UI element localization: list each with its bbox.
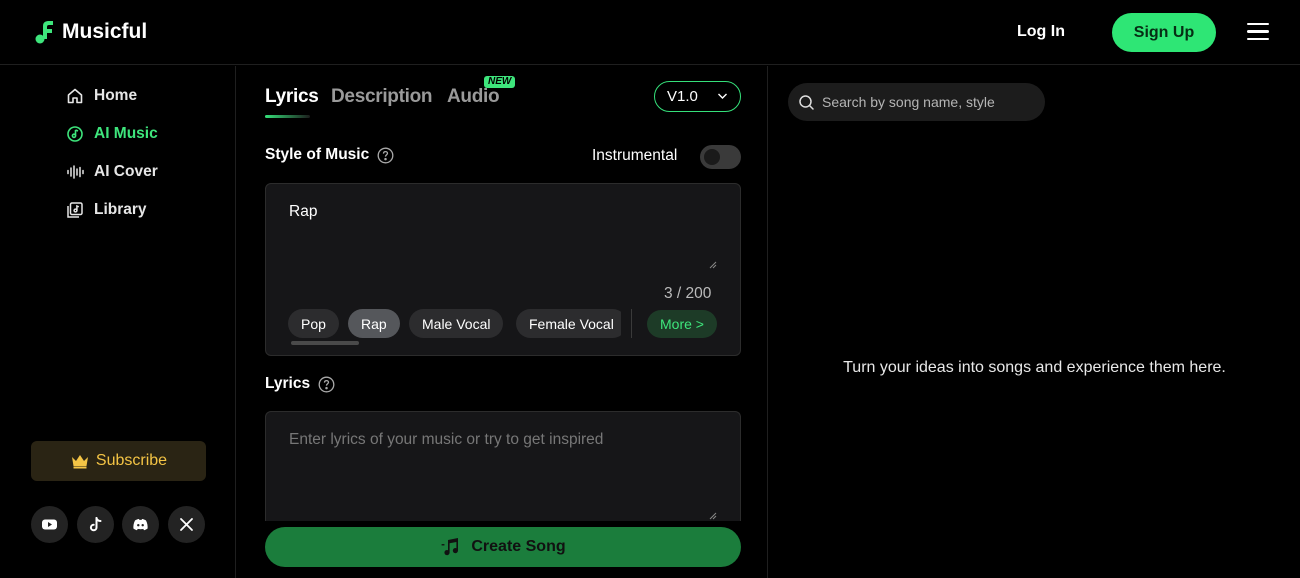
style-char-counter: 3 / 200 bbox=[664, 285, 712, 302]
create-song-label: Create Song bbox=[471, 538, 566, 555]
x-link[interactable] bbox=[168, 506, 205, 543]
tiktok-link[interactable] bbox=[77, 506, 114, 543]
lyrics-label-text: Lyrics bbox=[265, 375, 311, 392]
tab-description[interactable]: Description bbox=[331, 86, 433, 108]
tab-lyrics[interactable]: Lyrics bbox=[265, 86, 319, 108]
lyrics-input-box[interactable]: Enter lyrics of your music or try to get… bbox=[265, 411, 741, 521]
results-panel: Turn your ideas into songs and experienc… bbox=[769, 66, 1300, 578]
sidebar-item-label: Home bbox=[94, 87, 138, 104]
tiktok-icon bbox=[89, 517, 102, 532]
new-badge: NEW bbox=[484, 76, 516, 88]
style-chip-male-vocal[interactable]: Male Vocal bbox=[409, 309, 504, 338]
chip-scroll-clip: Female Vocal bbox=[516, 309, 621, 338]
x-icon bbox=[180, 518, 193, 531]
music-notes-icon bbox=[441, 538, 459, 556]
tab-audio[interactable]: Audio bbox=[447, 86, 500, 108]
style-chip-female-vocal[interactable]: Female Vocal bbox=[516, 309, 621, 338]
style-input-box[interactable]: Rap 3 / 200 Pop Rap Male Vocal Female Vo… bbox=[265, 183, 741, 356]
resize-grip-icon[interactable] bbox=[709, 261, 717, 269]
top-bar: Musicful Log In Sign Up bbox=[0, 0, 1300, 65]
logo[interactable]: Musicful bbox=[34, 19, 147, 45]
style-input[interactable]: Rap bbox=[289, 203, 317, 221]
active-tab-indicator bbox=[265, 115, 310, 118]
style-chip-pop[interactable]: Pop bbox=[288, 309, 339, 338]
sidebar-item-ai-music[interactable]: AI Music bbox=[66, 125, 158, 143]
chip-scrollbar[interactable] bbox=[291, 341, 359, 345]
waveform-icon bbox=[67, 165, 84, 179]
song-search[interactable] bbox=[788, 83, 1045, 121]
home-icon bbox=[67, 88, 83, 104]
sidebar-item-label: AI Music bbox=[94, 125, 158, 142]
lyrics-textarea[interactable]: Enter lyrics of your music or try to get… bbox=[289, 431, 603, 449]
subscribe-button[interactable]: Subscribe bbox=[31, 441, 206, 481]
sidebar-item-ai-cover[interactable]: AI Cover bbox=[66, 163, 158, 181]
lyrics-section-label: Lyrics bbox=[265, 375, 335, 393]
version-select[interactable]: V1.0 bbox=[654, 81, 741, 112]
subscribe-label: Subscribe bbox=[95, 452, 168, 469]
youtube-link[interactable] bbox=[31, 506, 68, 543]
create-song-button[interactable]: Create Song bbox=[265, 527, 741, 567]
instrumental-toggle[interactable] bbox=[700, 145, 741, 169]
sidebar-item-library[interactable]: Library bbox=[66, 201, 147, 219]
brand-name: Musicful bbox=[62, 20, 148, 43]
chip-divider bbox=[631, 309, 632, 338]
chevron-down-icon bbox=[718, 93, 727, 99]
musicful-logo-icon bbox=[35, 21, 53, 44]
sidebar-item-label: AI Cover bbox=[94, 163, 158, 180]
discord-icon bbox=[133, 519, 148, 531]
composer-panel: Lyrics Description Audio NEW V1.0 Style … bbox=[237, 66, 768, 578]
sidebar-item-label: Library bbox=[94, 201, 147, 218]
hamburger-menu-icon[interactable] bbox=[1247, 23, 1269, 41]
crown-icon bbox=[71, 455, 88, 469]
search-icon bbox=[799, 95, 814, 110]
empty-state-message: Turn your ideas into songs and experienc… bbox=[843, 359, 1226, 376]
login-button[interactable]: Log In bbox=[1017, 23, 1065, 41]
instrumental-label: Instrumental bbox=[592, 147, 678, 164]
discord-link[interactable] bbox=[122, 506, 159, 543]
signup-button[interactable]: Sign Up bbox=[1112, 13, 1216, 52]
style-label-text: Style of Music bbox=[265, 146, 370, 163]
search-input[interactable] bbox=[822, 94, 1032, 110]
sidebar-item-home[interactable]: Home bbox=[66, 87, 137, 105]
help-icon[interactable] bbox=[318, 376, 335, 393]
music-disc-icon bbox=[67, 126, 83, 142]
youtube-icon bbox=[42, 519, 57, 530]
version-value: V1.0 bbox=[667, 88, 698, 105]
style-chip-rap[interactable]: Rap bbox=[348, 309, 400, 338]
resize-grip-icon[interactable] bbox=[709, 512, 717, 520]
sidebar: Home AI Music AI Cover Library Subscribe bbox=[0, 66, 236, 578]
style-of-music-label: Style of Music bbox=[265, 146, 394, 164]
help-icon[interactable] bbox=[377, 147, 394, 164]
more-styles-button[interactable]: More > bbox=[647, 310, 717, 338]
library-icon bbox=[67, 202, 83, 218]
